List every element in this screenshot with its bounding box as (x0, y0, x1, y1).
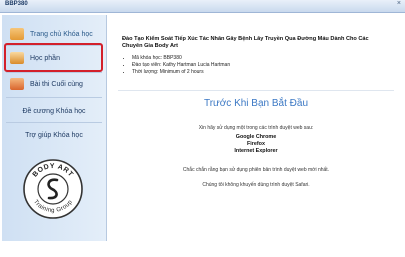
content-divider (118, 90, 394, 91)
sidebar-item-label: Bài thi Cuối cùng (30, 80, 83, 88)
course-title: Đào Tạo Kiểm Soát Tiếp Xúc Tác Nhân Gây … (122, 36, 369, 49)
close-icon[interactable]: × (397, 0, 401, 7)
course-code: Mã khóa học: BBP380 (132, 55, 230, 62)
sidebar-divider (6, 97, 102, 98)
body-art-logo-icon: BODY ART Training Group (23, 159, 83, 219)
safari-note: Chúng tôi không khuyến dùng trình duyệt … (202, 182, 310, 188)
browser-chrome: Google Chrome (235, 134, 277, 140)
browser-intro-text: Xin hãy sử dụng một trong các trình duyệ… (198, 125, 314, 131)
section-heading: Trước Khi Bạn Bắt Đầu (203, 98, 309, 109)
sidebar-item-final-exam[interactable]: Bài thi Cuối cùng (2, 74, 106, 94)
sidebar-item-course-outline[interactable]: Đề cương Khóa học (2, 101, 106, 121)
browser-firefox: Firefox (247, 141, 265, 147)
sidebar-item-course-home[interactable]: Trang chủ Khóa học (2, 24, 106, 44)
course-info-list: Mã khóa học: BBP380 Đào tạo viên: Kathy … (124, 55, 230, 76)
final-exam-icon (10, 78, 24, 90)
sidebar-divider (6, 72, 102, 73)
latest-version-note: Chắc chắn rằng bạn sử dụng phiên bản trì… (182, 167, 330, 173)
main-content: Đào Tạo Kiểm Soát Tiếp Xúc Tác Nhân Gây … (110, 15, 402, 241)
sidebar: Trang chủ Khóa học Học phần Bài thi Cuối… (2, 15, 107, 241)
sidebar-divider (6, 122, 102, 123)
sidebar-item-label: Đề cương Khóa học (22, 107, 86, 115)
title-bar: BBP380 × (0, 0, 405, 13)
sidebar-item-course-help[interactable]: Trợ giúp Khóa học (2, 125, 106, 145)
course-trainers: Đào tạo viên: Kathy Hartman Lucia Hartma… (132, 62, 230, 69)
browser-list: Google Chrome Firefox Internet Explorer (110, 134, 402, 155)
sidebar-item-label: Trang chủ Khóa học (30, 30, 93, 38)
sidebar-item-label: Trợ giúp Khóa học (25, 131, 83, 139)
course-duration: Thời lượng: Minimum of 2 hours (132, 69, 230, 76)
home-icon (10, 28, 24, 40)
browser-ie: Internet Explorer (234, 148, 278, 154)
window-title: BBP380 (5, 1, 28, 7)
selection-highlight (4, 43, 103, 72)
